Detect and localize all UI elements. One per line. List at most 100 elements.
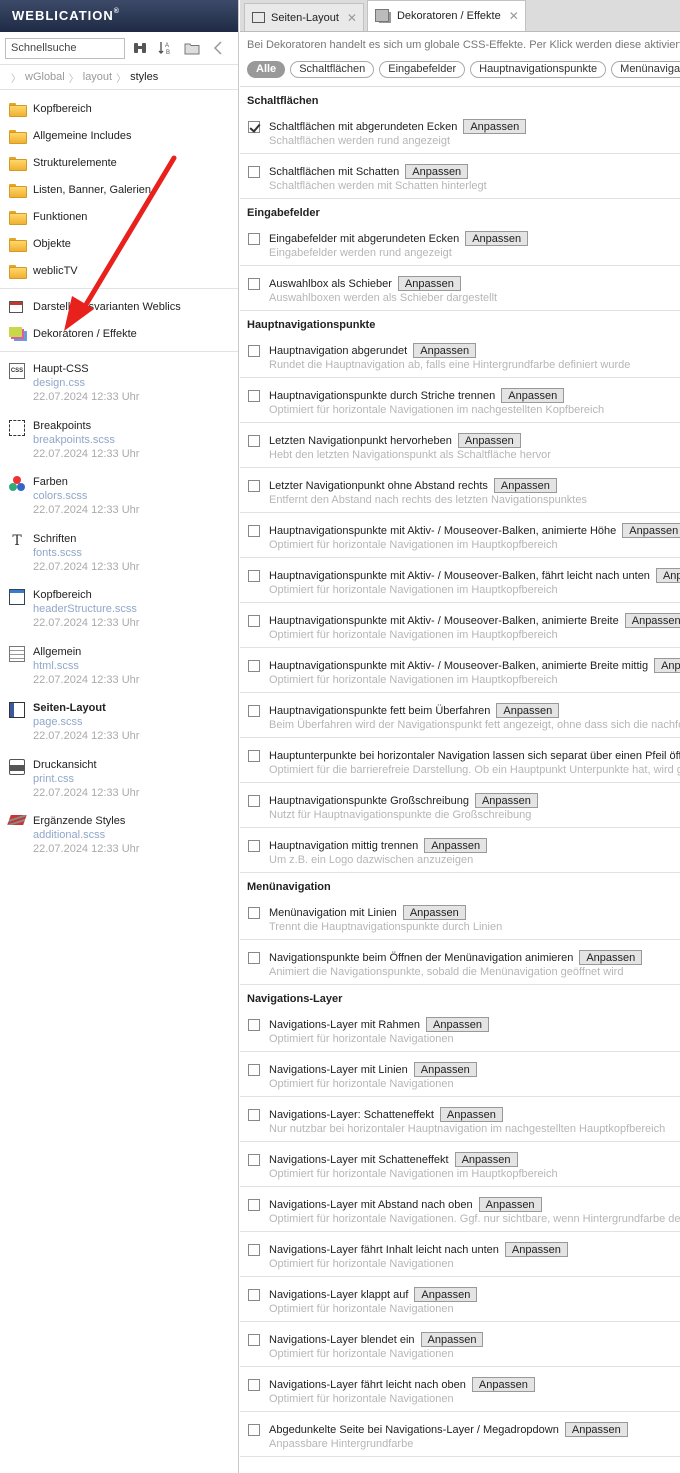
customize-button[interactable]: Anpassen <box>624 613 680 628</box>
option-checkbox[interactable] <box>248 1379 260 1391</box>
option-label[interactable]: Navigations-Layer blendet ein <box>269 1334 415 1346</box>
option-checkbox[interactable] <box>248 660 260 672</box>
customize-button[interactable]: Anpassen <box>493 478 557 493</box>
sidebar-item-display-variants[interactable]: Darstellungsvarianten Weblics <box>0 293 238 320</box>
option-checkbox[interactable] <box>248 1334 260 1346</box>
option-label[interactable]: Menünavigation mit Linien <box>269 907 397 919</box>
option-checkbox[interactable] <box>248 480 260 492</box>
filter-chip[interactable]: Alle <box>247 60 286 78</box>
option-label[interactable]: Hauptnavigation mittig trennen <box>269 840 418 852</box>
option-label[interactable]: Hauptnavigationspunkte mit Aktiv- / Mous… <box>269 660 648 672</box>
customize-button[interactable]: Anpassen <box>564 1422 628 1437</box>
option-label[interactable]: Letzten Navigationpunkt hervorheben <box>269 435 452 447</box>
option-label[interactable]: Eingabefelder mit abgerundeten Ecken <box>269 233 459 245</box>
option-checkbox[interactable] <box>248 750 260 762</box>
customize-button[interactable]: Anpassen <box>457 433 521 448</box>
folder-item[interactable]: Funktionen <box>0 203 238 230</box>
option-label[interactable]: Navigations-Layer fährt Inhalt leicht na… <box>269 1244 499 1256</box>
option-checkbox[interactable] <box>248 1154 260 1166</box>
folder-item[interactable]: weblicTV <box>0 257 238 284</box>
collapse-chevron-icon[interactable] <box>207 37 229 59</box>
tab-page-layout[interactable]: Seiten-Layout ✕ <box>244 3 364 31</box>
option-label[interactable]: Navigations-Layer klappt auf <box>269 1289 408 1301</box>
option-checkbox[interactable] <box>248 952 260 964</box>
option-checkbox[interactable] <box>248 705 260 717</box>
filter-chip[interactable]: Eingabefelder <box>379 60 466 78</box>
style-file-item[interactable]: Allgemein html.scss 22.07.2024 12:33 Uhr <box>0 645 238 702</box>
option-checkbox[interactable] <box>248 278 260 290</box>
option-checkbox[interactable] <box>248 525 260 537</box>
filter-chip[interactable]: Schaltflächen <box>290 60 375 78</box>
style-file-item[interactable]: Ergänzende Styles additional.scss 22.07.20… <box>0 814 238 871</box>
customize-button[interactable]: Anpassen <box>420 1332 484 1347</box>
customize-button[interactable]: Anpassen <box>654 658 680 673</box>
option-checkbox[interactable] <box>248 1424 260 1436</box>
option-checkbox[interactable] <box>248 1064 260 1076</box>
option-checkbox[interactable] <box>248 615 260 627</box>
customize-button[interactable]: Anpassen <box>471 1377 535 1392</box>
option-label[interactable]: Hauptnavigationspunkte mit Aktiv- / Mous… <box>269 525 616 537</box>
option-checkbox[interactable] <box>248 907 260 919</box>
option-label[interactable]: Hauptnavigationspunkte Großschreibung <box>269 795 469 807</box>
folder-icon[interactable] <box>181 37 203 59</box>
option-label[interactable]: Auswahlbox als Schieber <box>269 278 392 290</box>
style-file-item[interactable]: T Schriften fonts.scss 22.07.2024 12:33 Uh… <box>0 532 238 589</box>
customize-button[interactable]: Anpassen <box>622 523 680 538</box>
customize-button[interactable]: Anpassen <box>424 838 488 853</box>
option-label[interactable]: Navigations-Layer: Schatteneffekt <box>269 1109 434 1121</box>
option-label[interactable]: Navigationspunkte beim Öffnen der Menüna… <box>269 952 573 964</box>
option-label[interactable]: Hauptnavigation abgerundet <box>269 345 407 357</box>
customize-button[interactable]: Anpassen <box>413 343 477 358</box>
option-label[interactable]: Hauptnavigationspunkte durch Striche tre… <box>269 390 495 402</box>
option-checkbox[interactable] <box>248 570 260 582</box>
option-label[interactable]: Abgedunkelte Seite bei Navigations-Layer… <box>269 1424 559 1436</box>
customize-button[interactable]: Anpassen <box>496 703 560 718</box>
folder-item[interactable]: Objekte <box>0 230 238 257</box>
option-label[interactable]: Navigations-Layer mit Abstand nach oben <box>269 1199 473 1211</box>
option-checkbox[interactable] <box>248 166 260 178</box>
sort-az-icon[interactable]: AB <box>155 37 177 59</box>
option-label[interactable]: Hauptnavigationspunkte mit Aktiv- / Mous… <box>269 570 650 582</box>
folder-item[interactable]: Allgemeine Includes <box>0 122 238 149</box>
style-file-item[interactable]: CSS Haupt-CSS design.css 22.07.2024 12:33 … <box>0 362 238 419</box>
style-file-item[interactable]: Farben colors.scss 22.07.2024 12:33 Uhr <box>0 475 238 532</box>
customize-button[interactable]: Anpassen <box>454 1152 518 1167</box>
folder-item[interactable]: Kopfbereich <box>0 95 238 122</box>
option-label[interactable]: Navigations-Layer mit Linien <box>269 1064 408 1076</box>
folder-item[interactable]: Listen, Banner, Galerien <box>0 176 238 203</box>
search-input[interactable] <box>5 37 125 59</box>
option-checkbox[interactable] <box>248 1244 260 1256</box>
filter-chip[interactable]: Menünavigation <box>611 60 680 78</box>
option-label[interactable]: Navigations-Layer fährt leicht nach oben <box>269 1379 466 1391</box>
folder-item[interactable]: Strukturelemente <box>0 149 238 176</box>
customize-button[interactable]: Anpassen <box>405 164 469 179</box>
option-checkbox[interactable] <box>248 1109 260 1121</box>
option-checkbox[interactable] <box>248 1289 260 1301</box>
style-file-item[interactable]: Breakpoints breakpoints.scss 22.07.2024 12… <box>0 419 238 476</box>
breadcrumb-item[interactable]: wGlobal <box>25 71 65 83</box>
option-label[interactable]: Letzter Navigationpunkt ohne Abstand rec… <box>269 480 488 492</box>
option-checkbox[interactable] <box>248 840 260 852</box>
option-label[interactable]: Hauptnavigationspunkte mit Aktiv- / Mous… <box>269 615 619 627</box>
customize-button[interactable]: Anpassen <box>465 231 529 246</box>
style-file-item[interactable]: Kopfbereich headerStructure.scss 22.07.202… <box>0 588 238 645</box>
option-label[interactable]: Navigations-Layer mit Rahmen <box>269 1019 420 1031</box>
customize-button[interactable]: Anpassen <box>426 1017 489 1032</box>
customize-button[interactable]: Anpassen <box>413 1062 477 1077</box>
option-checkbox[interactable] <box>248 1019 260 1031</box>
option-checkbox[interactable] <box>248 345 260 357</box>
option-label[interactable]: Schaltflächen mit Schatten <box>269 166 399 178</box>
filter-chip[interactable]: Hauptnavigationspunkte <box>470 60 607 78</box>
option-label[interactable]: Navigations-Layer mit Schatteneffekt <box>269 1154 449 1166</box>
style-file-item[interactable]: Druckansicht print.css 22.07.2024 12:33 Uh… <box>0 758 238 815</box>
option-checkbox[interactable] <box>248 435 260 447</box>
option-checkbox[interactable] <box>248 795 260 807</box>
customize-button[interactable]: Anpassen <box>501 388 565 403</box>
customize-button[interactable]: Anpassen <box>439 1107 503 1122</box>
option-checkbox[interactable] <box>248 121 260 133</box>
customize-button[interactable]: Anpassen <box>463 119 527 134</box>
sidebar-item-decorators[interactable]: Dekoratoren / Effekte <box>0 320 238 347</box>
option-label[interactable]: Hauptnavigationspunkte fett beim Überfah… <box>269 705 490 717</box>
customize-button[interactable]: Anpassen <box>474 793 538 808</box>
customize-button[interactable]: Anpassen <box>504 1242 568 1257</box>
